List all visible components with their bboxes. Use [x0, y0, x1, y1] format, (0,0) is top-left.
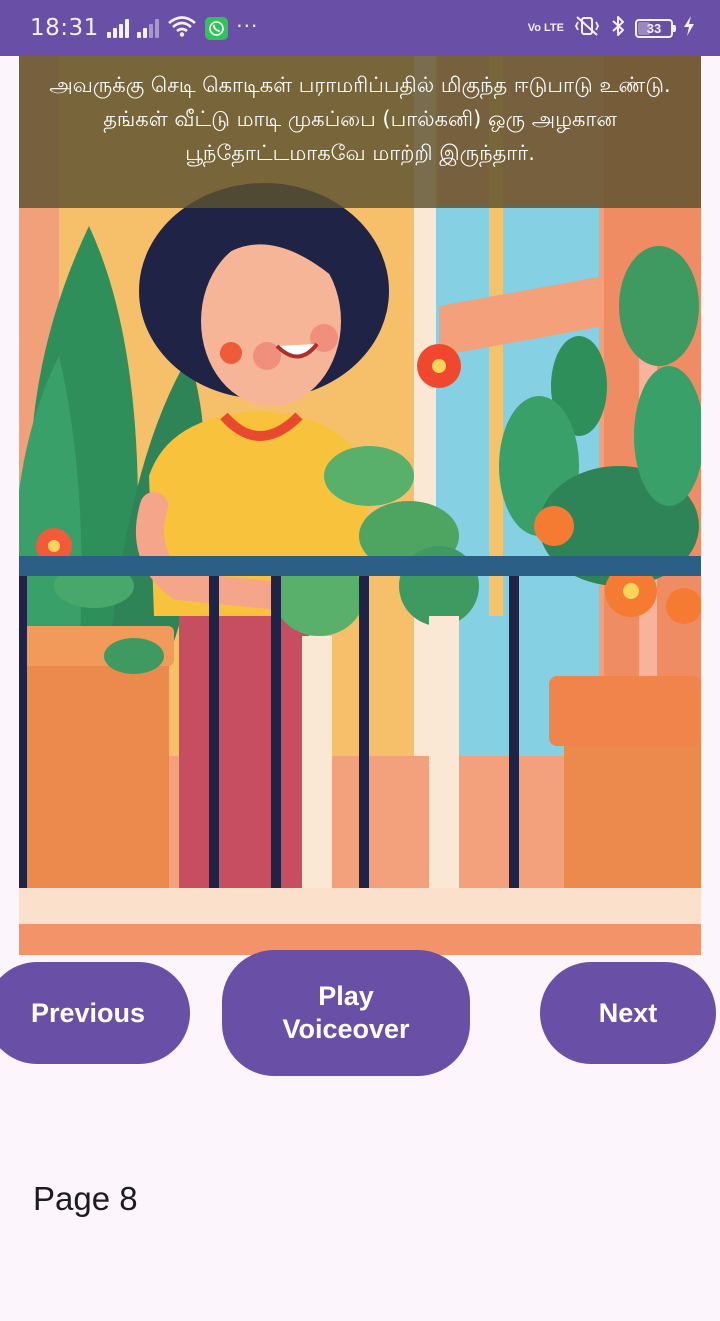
- play-voiceover-button[interactable]: Play Voiceover: [222, 950, 470, 1076]
- status-time: 18:31: [30, 15, 99, 41]
- next-button[interactable]: Next: [540, 962, 716, 1064]
- charging-icon: [682, 15, 696, 42]
- whatsapp-icon: [204, 16, 228, 40]
- more-dots-icon: ···: [235, 12, 258, 37]
- signal-icon: [106, 18, 129, 38]
- wifi-icon: [167, 15, 197, 42]
- signal-no-data-icon: [136, 18, 159, 38]
- bluetooth-icon: [610, 14, 626, 43]
- volte-icon: Vo LTE: [527, 22, 564, 34]
- story-illustration: அவருக்கு செடி கொடிகள் பராமரிப்பதில் மிகு…: [19, 56, 701, 955]
- battery-level: 33: [646, 20, 662, 36]
- battery-icon: 33: [635, 18, 676, 38]
- status-bar: 18:31 ··· Vo LTE 33: [0, 0, 720, 56]
- story-caption: அவருக்கு செடி கொடிகள் பராமரிப்பதில் மிகு…: [19, 56, 701, 208]
- play-voiceover-label: Play Voiceover: [282, 981, 410, 1044]
- previous-button[interactable]: Previous: [0, 962, 190, 1064]
- page-indicator: Page 8: [33, 1180, 138, 1217]
- vibrate-icon: [573, 15, 601, 42]
